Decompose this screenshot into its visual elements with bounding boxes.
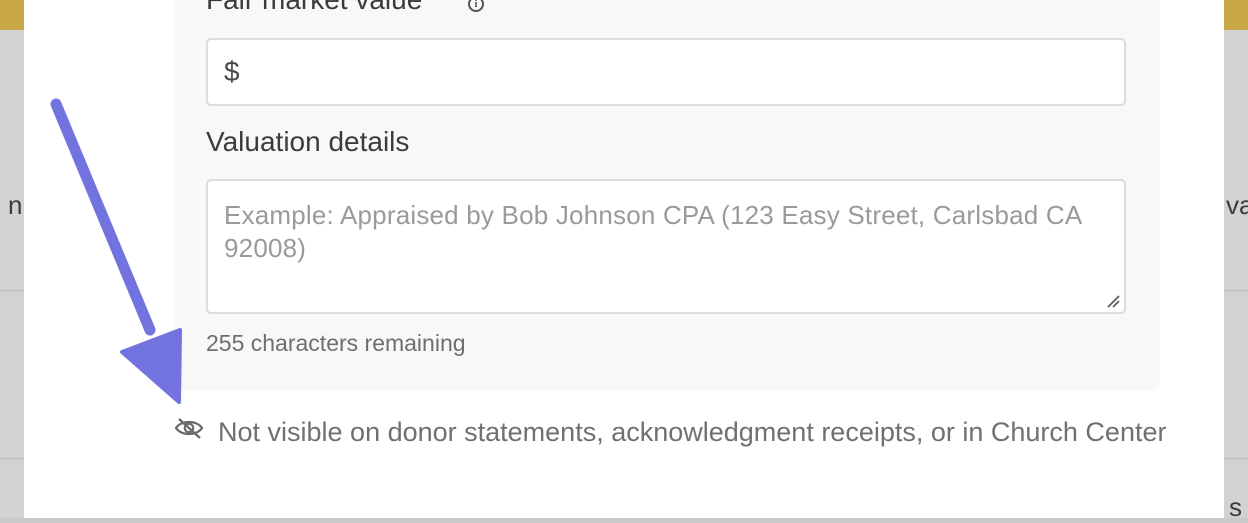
currency-prefix: $ — [224, 56, 240, 87]
background-text-fragment: s — [1229, 492, 1242, 522]
visibility-notice: Not visible on donor statements, acknowl… — [174, 410, 1174, 500]
background-text-fragment: va — [1226, 190, 1248, 220]
background-divider — [1224, 458, 1248, 459]
valuation-details-label: Valuation details — [206, 126, 410, 157]
background-divider — [1224, 290, 1248, 291]
visibility-notice-text: Not visible on donor statements, acknowl… — [218, 417, 1167, 447]
background-text-fragment: n — [8, 190, 23, 220]
eye-slash-icon — [174, 418, 204, 439]
valuation-details-placeholder: Example: Appraised by Bob Johnson CPA (1… — [224, 200, 1081, 263]
background-divider — [0, 290, 24, 291]
fair-market-value-input[interactable]: $ — [206, 38, 1126, 106]
modal-panel: Fair market value i $ Valuation details … — [24, 0, 1224, 518]
fair-market-value-label: Fair market value — [206, 0, 422, 16]
valuation-details-textarea[interactable]: Example: Appraised by Bob Johnson CPA (1… — [206, 179, 1126, 314]
background-divider — [0, 458, 24, 459]
characters-remaining: 255 characters remaining — [206, 330, 466, 356]
resize-handle-icon[interactable] — [1106, 294, 1120, 308]
